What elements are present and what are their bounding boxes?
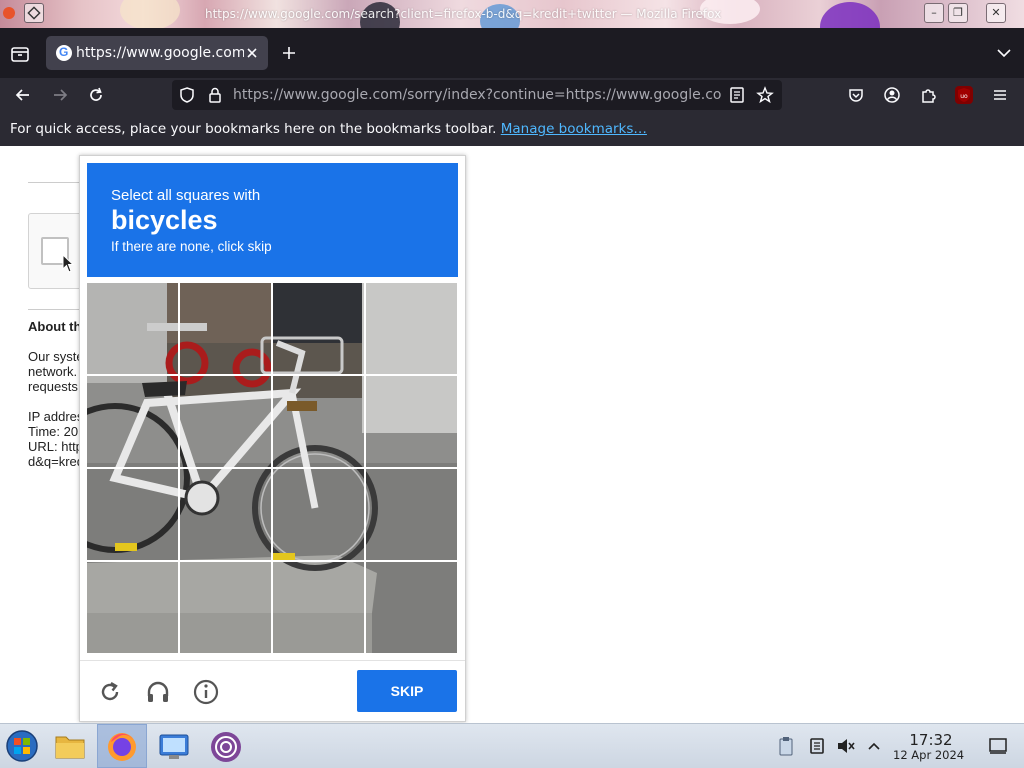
captcha-image-grid [87, 283, 457, 653]
captcha-footer-divider [80, 660, 465, 661]
captcha-target-word: bicycles [111, 205, 218, 235]
time-line: Time: 20 [28, 424, 79, 439]
firefox-taskbar-icon[interactable] [105, 730, 139, 768]
url-text[interactable]: https://www.google.com/sorry/index?conti… [233, 87, 721, 103]
bookmarks-hint: For quick access, place your bookmarks h… [10, 121, 497, 137]
captcha-tile[interactable] [180, 283, 271, 374]
account-icon[interactable] [883, 86, 901, 108]
list-all-tabs-icon[interactable] [996, 45, 1012, 65]
manage-bookmarks-link[interactable]: Manage bookmarks… [501, 121, 647, 137]
reload-icon[interactable] [87, 86, 105, 108]
tracking-protection-shield-icon[interactable] [178, 86, 196, 108]
captcha-tile[interactable] [87, 562, 178, 653]
captcha-tile[interactable] [273, 469, 364, 560]
page-line: Our syste [28, 349, 84, 364]
captcha-tile[interactable] [273, 562, 364, 653]
captcha-tile[interactable] [87, 376, 178, 467]
captcha-tile[interactable] [273, 283, 364, 374]
lock-icon[interactable] [206, 86, 224, 108]
window-title: https://www.google.com/search?client=fir… [205, 7, 722, 21]
file-manager-folder-icon[interactable] [54, 731, 86, 765]
page-line: network. [28, 364, 78, 379]
volume-muted-icon[interactable] [836, 737, 856, 759]
google-g-icon: G [56, 45, 72, 61]
hamburger-menu-icon[interactable] [991, 86, 1009, 108]
captcha-tile[interactable] [180, 562, 271, 653]
back-icon[interactable] [14, 86, 32, 108]
show-hidden-icons-chevron-icon[interactable] [866, 738, 882, 758]
reload-challenge-icon[interactable] [97, 679, 123, 709]
skip-button[interactable]: SKIP [357, 670, 457, 712]
show-desktop-icon[interactable] [988, 737, 1008, 759]
svg-text:uo: uo [960, 93, 968, 100]
maximize-button[interactable]: ❐ [948, 3, 968, 23]
clock-time[interactable]: 17:32 [906, 731, 956, 749]
ublock-origin-icon[interactable]: uo [955, 86, 973, 104]
tor-browser-icon[interactable] [209, 730, 243, 768]
captcha-tile[interactable] [180, 469, 271, 560]
notes-tray-icon[interactable] [808, 737, 826, 759]
firefox-app-icon [3, 7, 15, 19]
minimize-button[interactable]: – [924, 3, 944, 23]
forward-icon[interactable] [51, 86, 69, 108]
window-menu-icon[interactable] [24, 3, 44, 23]
about-heading: About th [28, 319, 82, 334]
close-tab-icon[interactable] [244, 45, 260, 65]
captcha-hint: If there are none, click skip [111, 239, 272, 254]
captcha-tile[interactable] [273, 376, 364, 467]
captcha-tile[interactable] [87, 283, 178, 374]
captcha-tile[interactable] [366, 469, 457, 560]
extensions-puzzle-icon[interactable] [919, 86, 937, 108]
info-help-icon[interactable] [192, 678, 220, 710]
captcha-tile[interactable] [366, 562, 457, 653]
page-line: requests [28, 379, 78, 394]
url-line: URL: http [28, 439, 83, 454]
reader-view-icon[interactable] [728, 86, 746, 108]
captcha-tile[interactable] [366, 376, 457, 467]
system-settings-icon[interactable] [158, 731, 190, 765]
firefox-view-icon[interactable] [10, 44, 30, 68]
captcha-tile[interactable] [180, 376, 271, 467]
clock-date[interactable]: 12 Apr 2024 [893, 748, 964, 762]
query-line: d&q=kred [28, 454, 85, 469]
audio-challenge-headphones-icon[interactable] [144, 678, 172, 710]
bookmarks-message: For quick access, place your bookmarks h… [10, 121, 647, 137]
ip-address-line: IP addres [28, 409, 84, 424]
pocket-icon[interactable] [847, 86, 865, 108]
bookmark-star-icon[interactable] [756, 86, 774, 108]
tab-title: https://www.google.com/ [76, 45, 244, 61]
captcha-tile[interactable] [87, 469, 178, 560]
captcha-instruction: Select all squares with [111, 187, 261, 204]
captcha-tile[interactable] [366, 283, 457, 374]
new-tab-icon[interactable] [281, 45, 297, 65]
start-menu-icon[interactable] [5, 729, 39, 767]
clipboard-tray-icon[interactable] [777, 736, 795, 760]
close-window-button[interactable]: ✕ [986, 3, 1006, 23]
mouse-cursor-icon [62, 253, 75, 278]
